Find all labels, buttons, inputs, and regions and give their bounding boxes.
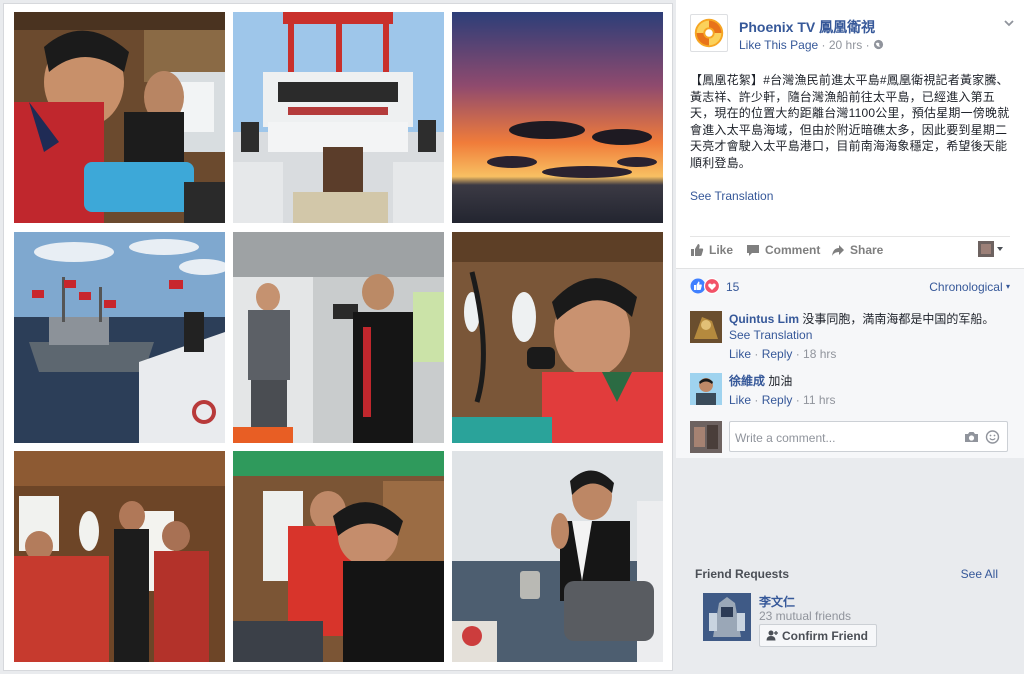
like-page-link[interactable]: Like This Page (739, 38, 818, 52)
camera-icon[interactable] (964, 430, 979, 444)
sort-label: Chronological (929, 280, 1003, 294)
avatar[interactable] (703, 593, 751, 641)
photo-bridge-crew[interactable] (14, 451, 225, 662)
comment-like-link[interactable]: Like (729, 393, 751, 407)
photo-ship-deck[interactable] (233, 12, 444, 223)
photo-sunset[interactable] (452, 12, 663, 223)
caret-down-icon: ▾ (1005, 282, 1010, 291)
comment-text: 加油 (768, 374, 793, 388)
photo-grid (3, 3, 673, 671)
add-friend-icon (766, 630, 778, 641)
friend-name-link[interactable]: 李文仁 (759, 593, 795, 610)
emoji-icon[interactable] (985, 430, 1000, 444)
comment-meta: Like · Reply · 18 hrs (729, 347, 837, 361)
share-label: Share (850, 243, 884, 257)
comment-placeholder: Write a comment... (735, 431, 836, 445)
see-all-link[interactable]: See All (961, 567, 998, 581)
separator-dot: · (865, 38, 870, 52)
comment-like-link[interactable]: Like (729, 347, 751, 361)
mutual-friends-link[interactable]: 23 mutual friends (759, 609, 851, 623)
photo-man-on-deck[interactable] (452, 451, 663, 662)
post-timestamp[interactable]: 20 hrs (829, 38, 862, 52)
like-label: Like (709, 243, 734, 257)
comment-timestamp[interactable]: 11 hrs (803, 393, 835, 407)
post-header: Phoenix TV 鳳凰衛視 Like This Page · 20 hrs … (690, 14, 1020, 54)
actor-selector[interactable] (978, 241, 1004, 257)
globe-icon (873, 39, 883, 50)
comments-section: 15 Chronological ▾ Quintus Lim 没事同胞，満南海都… (676, 268, 1024, 458)
friend-requests-panel: Friend Requests See All 李文仁 23 mutual fr… (676, 556, 1024, 656)
phoenix-logo-icon[interactable] (690, 14, 728, 52)
comment-meta: Like · Reply · 11 hrs (729, 393, 836, 407)
comment-author[interactable]: Quintus Lim (729, 312, 799, 326)
photo-man-radio[interactable] (452, 232, 663, 443)
avatar[interactable] (690, 311, 722, 343)
see-translation-link[interactable]: See Translation (729, 327, 1009, 343)
comment-label: Comment (765, 243, 821, 257)
see-translation-link[interactable]: See Translation (690, 189, 773, 203)
post-sidebar: Phoenix TV 鳳凰衛視 Like This Page · 20 hrs … (676, 0, 1024, 674)
avatar (690, 421, 722, 453)
share-button[interactable]: Share (831, 243, 883, 257)
confirm-friend-button[interactable]: Confirm Friend (759, 624, 877, 647)
like-button[interactable]: Like (690, 243, 733, 257)
comment-button[interactable]: Comment (746, 243, 820, 257)
comment-input[interactable]: Write a comment... (729, 421, 1008, 452)
post-text: 【鳳凰花絮】#台灣漁民前進太平島#鳳凰衛視記者黃家騰、黃志祥、許少軒，隨台灣漁船… (690, 73, 1010, 170)
photo-crew-filming[interactable] (233, 232, 444, 443)
share-icon (832, 245, 844, 256)
comment-composer: Write a comment... (690, 421, 1010, 453)
post-meta: Like This Page · 20 hrs · (739, 38, 884, 52)
comment-author[interactable]: 徐維成 (729, 374, 765, 388)
comment-reply-link[interactable]: Reply (762, 393, 793, 407)
photo-two-men-console[interactable] (233, 451, 444, 662)
friend-requests-title: Friend Requests (695, 567, 790, 581)
divider (690, 236, 1010, 237)
photo-man-writing[interactable] (14, 12, 225, 223)
chevron-down-icon[interactable] (1002, 16, 1016, 30)
reactions-row: 15 Chronological ▾ (690, 277, 1010, 297)
comment-icon (747, 245, 759, 256)
reaction-count[interactable]: 15 (726, 280, 739, 294)
comment-sort-dropdown[interactable]: Chronological ▾ (929, 280, 1010, 294)
meta-separator: · (821, 38, 826, 52)
post-card: Phoenix TV 鳳凰衛視 Like This Page · 20 hrs … (676, 0, 1024, 458)
post-actions: Like Comment Share (690, 240, 1010, 262)
photo-fishing-boats[interactable] (14, 232, 225, 443)
reactions-icon[interactable] (690, 277, 724, 295)
confirm-label: Confirm Friend (782, 628, 868, 643)
like-icon (691, 244, 704, 256)
page-name-link[interactable]: Phoenix TV 鳳凰衛視 (739, 17, 875, 37)
comment-reply-link[interactable]: Reply (762, 347, 793, 361)
comment-text: 没事同胞，満南海都是中国的军船。 (802, 312, 995, 326)
avatar[interactable] (690, 373, 722, 405)
comment-item: Quintus Lim 没事同胞，満南海都是中国的军船。 See Transla… (690, 311, 1010, 366)
comment-item: 徐維成 加油 Like · Reply · 11 hrs (690, 373, 1010, 413)
comment-timestamp[interactable]: 18 hrs (803, 347, 836, 361)
